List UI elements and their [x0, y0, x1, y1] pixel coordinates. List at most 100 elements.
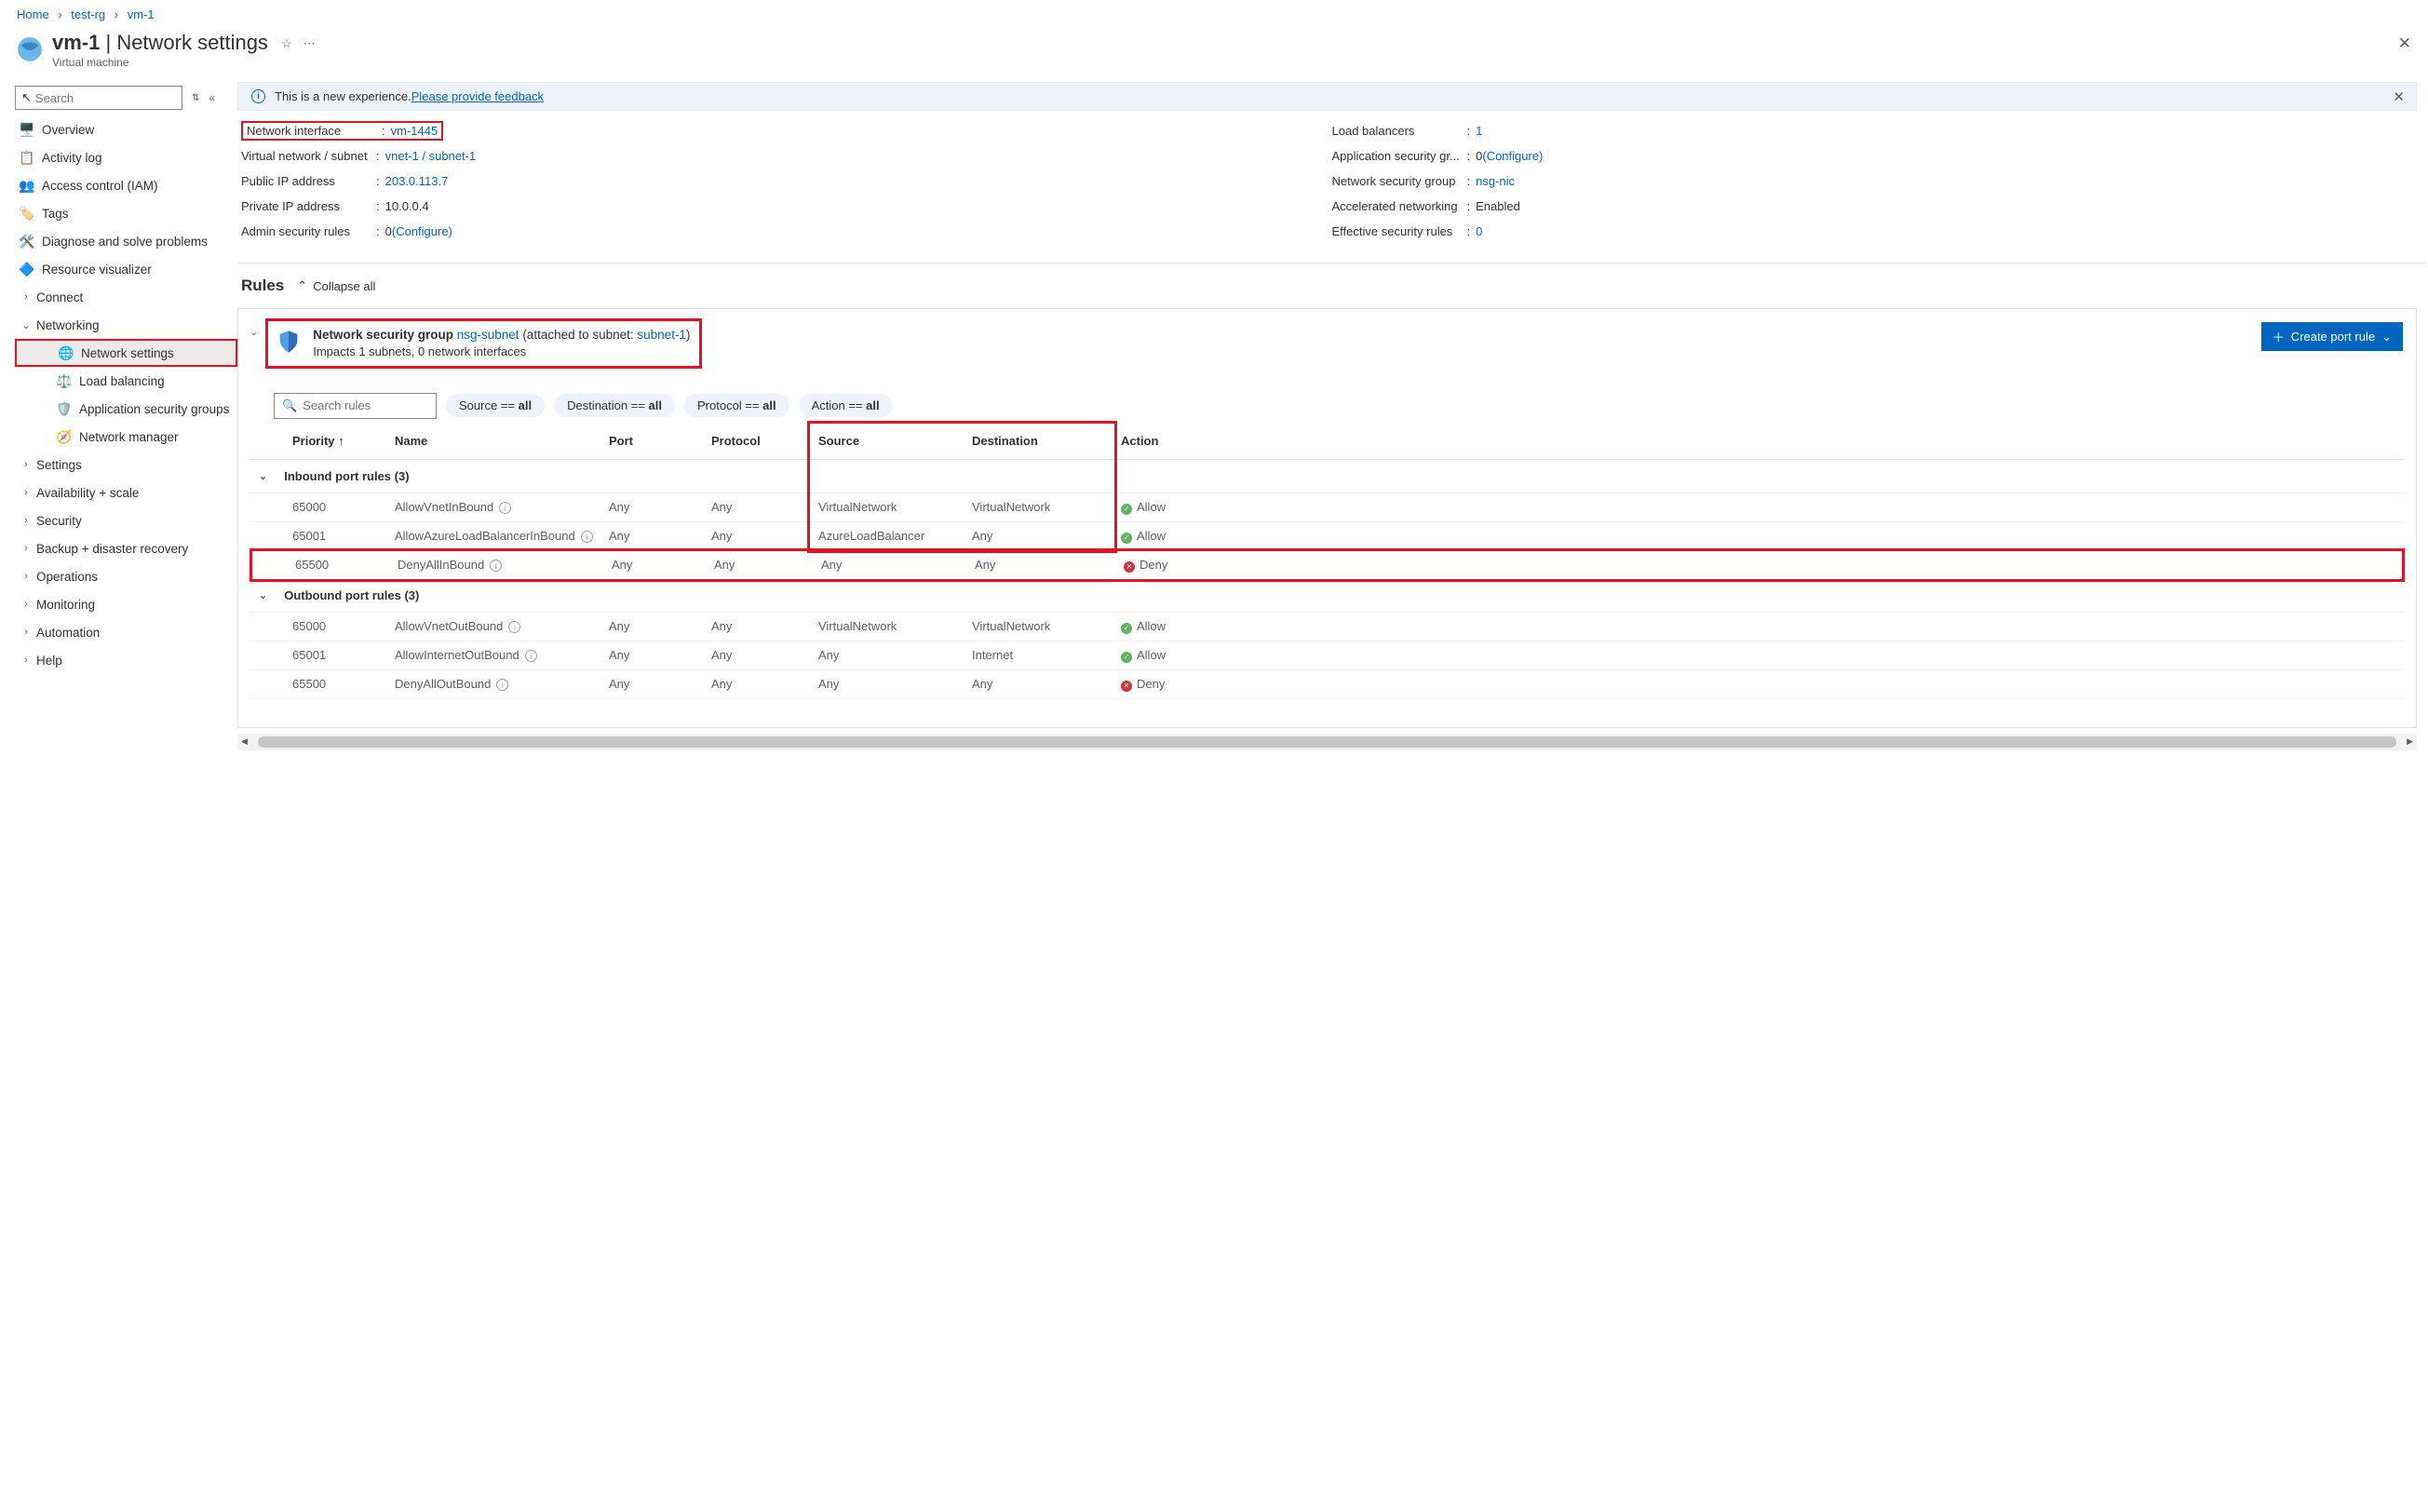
sidebar-group[interactable]: ›Backup + disaster recovery [15, 534, 237, 562]
filter-pill[interactable]: Destination == all [554, 394, 675, 417]
breadcrumb-home[interactable]: Home [17, 7, 49, 21]
sidebar-group[interactable]: ›Settings [15, 451, 237, 479]
sort-icon[interactable]: ⇅ [192, 93, 199, 103]
chevron-right-icon: › [19, 543, 34, 554]
nav-label: Backup + disaster recovery [36, 542, 188, 556]
info-icon[interactable]: i [496, 679, 508, 691]
info-icon[interactable]: i [508, 621, 520, 633]
nav-label: Help [36, 654, 62, 668]
property-link[interactable]: 0 [1476, 224, 1482, 238]
breadcrumb-vm[interactable]: vm-1 [128, 7, 155, 21]
property-label: Network interface [247, 124, 382, 138]
more-icon[interactable]: ⋯ [304, 36, 316, 51]
nsg-link[interactable]: nsg-subnet [457, 328, 519, 342]
configure-link[interactable]: (Configure) [1482, 149, 1543, 163]
filter-pill[interactable]: Action == all [799, 394, 893, 417]
section-header[interactable]: ⌄Inbound port rules (3) [250, 460, 2405, 493]
table-row[interactable]: 65001 AllowAzureLoadBalancerInBoundi Any… [250, 522, 2405, 551]
property-link[interactable]: vm-1445 [391, 124, 438, 138]
property-label: Public IP address [241, 174, 376, 188]
subnet-link[interactable]: subnet-1 [637, 328, 686, 342]
sidebar-group[interactable]: ›Connect [15, 283, 237, 311]
search-input[interactable] [32, 91, 176, 105]
sidebar-group[interactable]: ›Security [15, 506, 237, 534]
cell-priority: 65001 [287, 529, 389, 543]
create-port-rule-button[interactable]: ＋ Create port rule ⌄ [2261, 322, 2403, 351]
sidebar-item[interactable]: 👥Access control (IAM) [15, 171, 237, 199]
col-destination[interactable]: Destination [966, 434, 1115, 448]
search-rules[interactable]: 🔍 [274, 393, 437, 419]
sidebar-item[interactable]: 🖥️Overview [15, 115, 237, 143]
cell-source: VirtualNetwork [813, 619, 966, 633]
sidebar-item[interactable]: 🛠️Diagnose and solve problems [15, 227, 237, 255]
breadcrumb-rg[interactable]: test-rg [71, 7, 105, 21]
property-link[interactable]: vnet-1 / subnet-1 [385, 149, 477, 163]
sidebar-group[interactable]: ›Automation [15, 618, 237, 646]
property-link[interactable]: nsg-nic [1476, 174, 1515, 188]
search-rules-input[interactable] [303, 398, 428, 412]
sidebar-item[interactable]: 🛡️Application security groups [15, 395, 237, 423]
col-protocol[interactable]: Protocol [706, 434, 813, 448]
info-icon[interactable]: i [581, 531, 593, 543]
property-label: Effective security rules [1332, 224, 1467, 238]
info-icon[interactable]: i [490, 560, 502, 572]
info-icon[interactable]: i [499, 502, 511, 514]
property-link[interactable]: 1 [1476, 124, 1482, 138]
nav-icon: 🔷 [19, 262, 35, 277]
property-label: Virtual network / subnet [241, 149, 376, 163]
collapse-sidebar-icon[interactable]: « [209, 91, 215, 104]
collapse-icon: ⌃ [297, 278, 307, 293]
sidebar-group[interactable]: ⌄Networking [15, 311, 237, 339]
nav-icon: ⚖️ [56, 373, 73, 389]
horizontal-scrollbar[interactable] [237, 734, 2417, 750]
chevron-right-icon: › [19, 627, 34, 638]
col-priority[interactable]: Priority ↑ [287, 434, 389, 448]
col-name[interactable]: Name [389, 434, 603, 448]
col-port[interactable]: Port [603, 434, 706, 448]
table-row[interactable]: 65001 AllowInternetOutBoundi Any Any Any… [250, 641, 2405, 670]
filter-pill[interactable]: Source == all [446, 394, 545, 417]
nav-label: Network settings [81, 346, 174, 360]
sidebar-item[interactable]: 🔷Resource visualizer [15, 255, 237, 283]
sidebar-item[interactable]: 🧭Network manager [15, 423, 237, 451]
chevron-down-icon: ⌄ [19, 319, 34, 331]
chevron-right-icon: › [19, 459, 34, 470]
table-row[interactable]: 65500 DenyAllOutBoundi Any Any Any Any ✕… [250, 670, 2405, 699]
property-row: Effective security rules:0 [1332, 219, 2423, 244]
nav-icon: 🧭 [56, 429, 73, 445]
property-link[interactable]: 203.0.113.7 [385, 174, 449, 188]
configure-link[interactable]: (Configure) [392, 224, 452, 238]
filter-pill[interactable]: Protocol == all [684, 394, 789, 417]
cell-dest: VirtualNetwork [966, 619, 1115, 633]
cell-priority: 65500 [287, 677, 389, 691]
property-row: Accelerated networking:Enabled [1332, 194, 2423, 219]
section-title: Outbound port rules (3) [284, 588, 419, 602]
table-row[interactable]: 65000 AllowVnetOutBoundi Any Any Virtual… [250, 613, 2405, 641]
allow-icon: ✓ [1121, 504, 1132, 515]
nav-label: Automation [36, 626, 100, 640]
collapse-all-button[interactable]: ⌃ Collapse all [297, 278, 375, 293]
section-header[interactable]: ⌄Outbound port rules (3) [250, 579, 2405, 613]
table-row[interactable]: 65000 AllowVnetInBoundi Any Any VirtualN… [250, 493, 2405, 522]
close-icon[interactable]: ✕ [2393, 88, 2405, 105]
sidebar-group[interactable]: ›Availability + scale [15, 479, 237, 506]
favorite-icon[interactable]: ☆ [281, 36, 292, 51]
info-icon[interactable]: i [525, 650, 537, 662]
sidebar-item[interactable]: ⚖️Load balancing [15, 367, 237, 395]
col-source[interactable]: Source [813, 434, 966, 448]
cell-source: Any [813, 677, 966, 691]
sidebar-group[interactable]: ›Monitoring [15, 590, 237, 618]
close-icon[interactable]: ✕ [2398, 34, 2411, 53]
sidebar-group[interactable]: ›Help [15, 646, 237, 674]
cell-source: AzureLoadBalancer [813, 529, 966, 543]
sidebar-item[interactable]: 📋Activity log [15, 143, 237, 171]
chevron-down-icon[interactable]: ⌄ [250, 326, 258, 338]
sidebar-item[interactable]: 🌐Network settings [15, 339, 237, 367]
col-action[interactable]: Action [1115, 434, 1218, 448]
sidebar-item[interactable]: 🏷️Tags [15, 199, 237, 227]
feedback-link[interactable]: Please provide feedback [411, 89, 544, 103]
sidebar-group[interactable]: ›Operations [15, 562, 237, 590]
sidebar-search[interactable]: ↖ [15, 86, 182, 110]
cell-action: ✓Allow [1115, 529, 1218, 544]
table-row[interactable]: 65500 DenyAllInBoundi Any Any Any Any ✕D… [250, 548, 2405, 582]
